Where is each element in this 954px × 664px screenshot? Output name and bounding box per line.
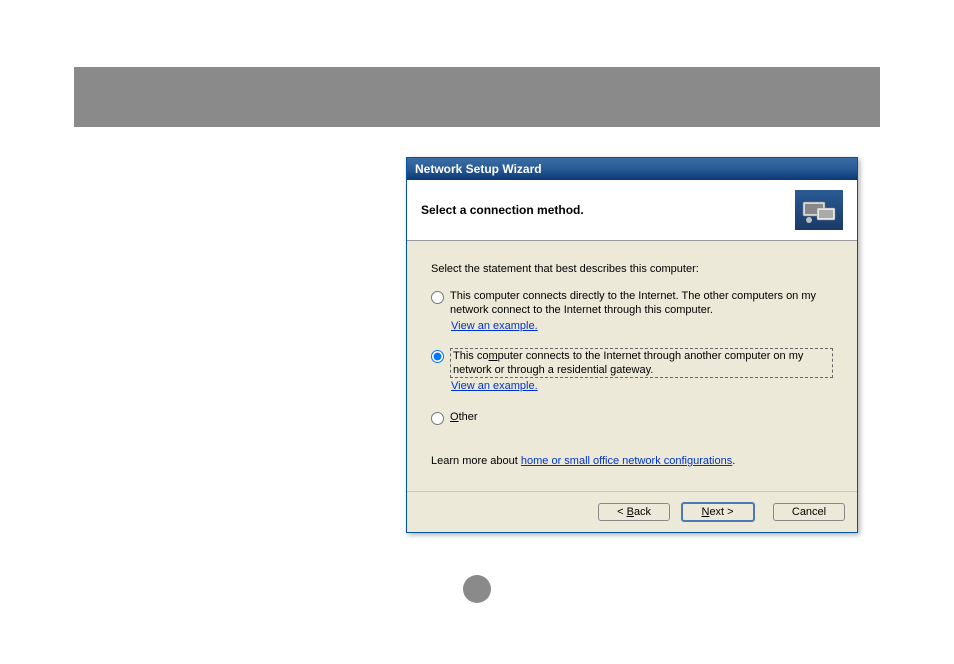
window-title: Network Setup Wizard [415, 162, 542, 176]
radio-option-gateway[interactable]: This computer connects to the Internet t… [431, 348, 833, 403]
wizard-button-bar: < Back Next > Cancel [407, 491, 857, 532]
page-banner [74, 67, 880, 127]
network-device-icon [795, 190, 843, 230]
view-example-gateway-link[interactable]: View an example. [451, 380, 538, 392]
view-example-direct-link[interactable]: View an example. [451, 320, 538, 332]
radio-option-other[interactable]: Other [431, 410, 833, 425]
cancel-button[interactable]: Cancel [773, 503, 845, 521]
next-button[interactable]: Next > [681, 502, 755, 522]
radio-other-input[interactable] [431, 412, 444, 425]
back-button[interactable]: < Back [598, 503, 670, 521]
instruction-text: Select the statement that best describes… [431, 263, 833, 275]
wizard-content: Select the statement that best describes… [407, 241, 857, 491]
wizard-header-text: Select a connection method. [421, 203, 584, 217]
title-bar: Network Setup Wizard [407, 158, 857, 180]
radio-gateway-label: This computer connects to the Internet t… [450, 348, 833, 379]
wizard-header: Select a connection method. [407, 180, 857, 241]
radio-other-label: Other [450, 410, 833, 424]
network-setup-wizard-window: Network Setup Wizard Select a connection… [406, 157, 858, 533]
radio-direct-label: This computer connects directly to the I… [450, 289, 833, 318]
radio-direct-input[interactable] [431, 291, 444, 304]
radio-option-direct[interactable]: This computer connects directly to the I… [431, 289, 833, 342]
learn-more-link[interactable]: home or small office network configurati… [521, 455, 732, 467]
radio-gateway-input[interactable] [431, 350, 444, 363]
learn-more-text: Learn more about home or small office ne… [431, 455, 833, 467]
page-indicator-circle [463, 575, 491, 603]
